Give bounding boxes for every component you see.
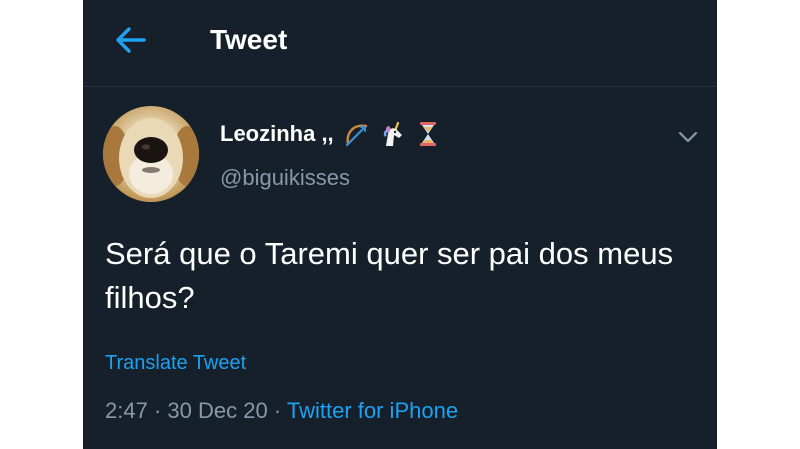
unicorn-icon — [378, 120, 406, 148]
tweet-source-link[interactable]: Twitter for iPhone — [287, 398, 458, 423]
page-title: Tweet — [210, 24, 288, 55]
author-handle[interactable]: @biguikisses — [220, 164, 350, 192]
tweet-meta: 2:47 · 30 Dec 20 · Twitter for iPhone — [105, 397, 458, 425]
top-bar: Tweet — [83, 0, 717, 87]
meta-separator: · — [273, 398, 282, 423]
author-name-row[interactable]: Leozinha ,, — [220, 120, 442, 148]
tweet-date: 30 Dec 20 — [167, 398, 268, 423]
dog-avatar-image — [103, 118, 199, 198]
meta-separator: · — [153, 398, 162, 423]
avatar[interactable] — [103, 106, 199, 202]
hourglass-icon — [414, 120, 442, 148]
tweet-time: 2:47 — [105, 398, 148, 423]
tweet-text: Será que o Taremi quer ser pai dos meus … — [105, 236, 674, 315]
chevron-down-icon — [678, 131, 698, 143]
more-options-button[interactable] — [673, 122, 703, 152]
bow-and-arrow-icon — [342, 120, 370, 148]
arrow-left-icon — [116, 27, 146, 53]
back-button[interactable] — [113, 22, 149, 58]
translate-tweet-link[interactable]: Translate Tweet — [105, 350, 246, 376]
display-name: Leozinha ,, — [220, 121, 334, 146]
tweet-screen: Tweet Leozinha ,, @biguikisses Será que … — [83, 0, 717, 449]
